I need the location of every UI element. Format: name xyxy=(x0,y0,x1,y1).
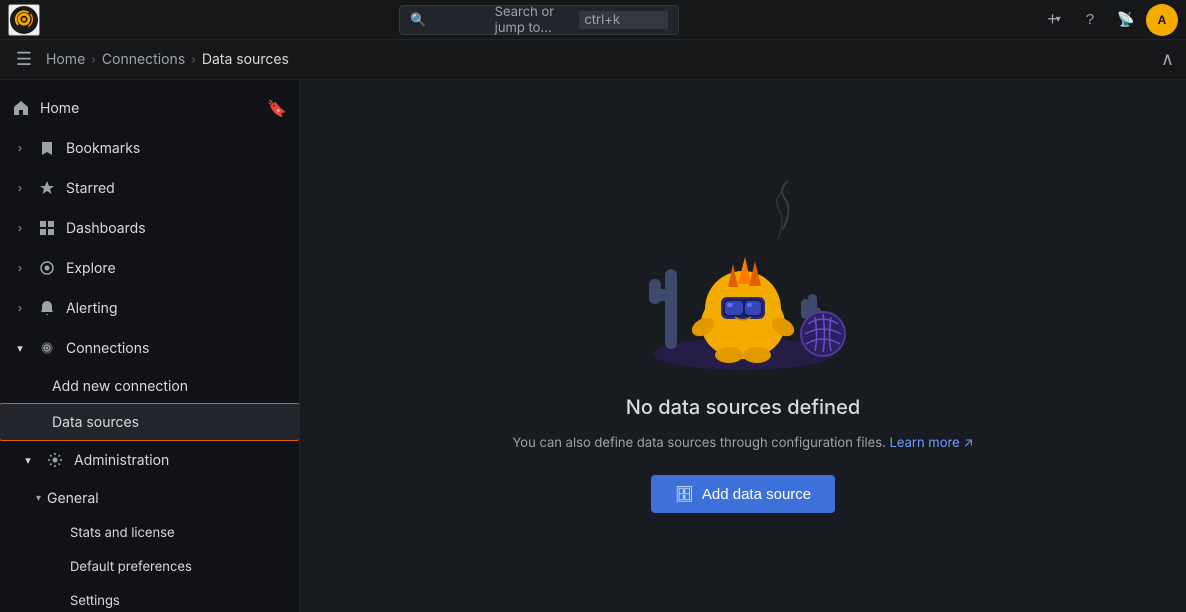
sidebar-alerting-label: Alerting xyxy=(66,300,287,317)
search-placeholder: Search or jump to... xyxy=(495,4,574,36)
sidebar-item-alerting[interactable]: › Alerting xyxy=(0,288,299,328)
help-button[interactable]: ? xyxy=(1074,4,1106,36)
add-new-connection-label: Add new connection xyxy=(52,378,287,395)
home-icon xyxy=(12,99,30,117)
starred-chevron: › xyxy=(12,181,28,195)
empty-state: No data sources defined You can also def… xyxy=(512,179,973,513)
connections-chevron: ▾ xyxy=(12,341,28,355)
grafana-logo-button[interactable] xyxy=(8,4,40,36)
general-chevron: ▾ xyxy=(36,492,41,504)
sidebar-item-bookmarks[interactable]: › Bookmarks xyxy=(0,128,299,168)
administration-chevron: ▾ xyxy=(20,453,36,467)
sidebar-home-label: Home xyxy=(40,100,257,117)
topnav-actions: + ▾ ? 📡 A xyxy=(1038,4,1178,36)
main-layout: Home 🔖 › Bookmarks › Starred › Dashboard xyxy=(0,80,1186,612)
help-icon: ? xyxy=(1086,11,1094,28)
news-icon: 📡 xyxy=(1117,11,1134,28)
empty-state-title: No data sources defined xyxy=(626,395,860,419)
explore-chevron: › xyxy=(12,261,28,275)
breadcrumb-data-sources: Data sources xyxy=(202,51,289,68)
starred-icon xyxy=(38,179,56,197)
empty-state-subtitle: You can also define data sources through… xyxy=(512,435,973,451)
sidebar: Home 🔖 › Bookmarks › Starred › Dashboard xyxy=(0,80,300,612)
plus-button[interactable]: + ▾ xyxy=(1038,4,1070,36)
hamburger-icon: ☰ xyxy=(16,49,32,70)
search-container: 🔍 Search or jump to... ctrl+k xyxy=(48,5,1030,35)
add-data-source-label: Add data source xyxy=(702,486,811,503)
chevron-up-icon: ∧ xyxy=(1161,49,1174,69)
sidebar-item-dashboards[interactable]: › Dashboards xyxy=(0,208,299,248)
data-sources-label: Data sources xyxy=(52,414,287,431)
bookmark-icon: 🔖 xyxy=(267,98,287,118)
main-content: No data sources defined You can also def… xyxy=(300,80,1186,612)
avatar-initials: A xyxy=(1158,13,1167,27)
dashboards-chevron: › xyxy=(12,221,28,235)
sidebar-item-general[interactable]: ▾ General xyxy=(0,480,299,516)
breadcrumb-connections[interactable]: Connections xyxy=(102,51,185,68)
search-shortcut: ctrl+k xyxy=(579,11,668,29)
sidebar-item-starred[interactable]: › Starred xyxy=(0,168,299,208)
sidebar-item-data-sources[interactable]: Data sources xyxy=(0,404,299,440)
breadcrumb-bar: ☰ Home › Connections › Data sources ∧ xyxy=(0,40,1186,80)
sidebar-item-add-new-connection[interactable]: Add new connection xyxy=(0,368,299,404)
general-label: General xyxy=(47,490,99,507)
sidebar-item-home[interactable]: Home 🔖 xyxy=(0,88,299,128)
breadcrumb-collapse-button[interactable]: ∧ xyxy=(1161,49,1174,70)
breadcrumb-sep-2: › xyxy=(191,52,196,67)
add-data-source-button[interactable]: 🗄 Add data source xyxy=(651,475,835,513)
breadcrumb-sep-1: › xyxy=(91,52,96,67)
sidebar-item-default-preferences[interactable]: Default preferences xyxy=(0,550,299,584)
top-navigation: 🔍 Search or jump to... ctrl+k + ▾ ? 📡 A xyxy=(0,0,1186,40)
breadcrumb-home[interactable]: Home xyxy=(46,51,85,68)
news-button[interactable]: 📡 xyxy=(1110,4,1142,36)
dashboards-icon xyxy=(38,219,56,237)
plus-dropdown-icon: ▾ xyxy=(1056,14,1061,25)
sidebar-explore-label: Explore xyxy=(66,260,287,277)
menu-toggle-button[interactable]: ☰ xyxy=(12,49,36,70)
sidebar-starred-label: Starred xyxy=(66,180,287,197)
database-icon: 🗄 xyxy=(675,485,694,503)
connections-icon xyxy=(38,339,56,357)
sidebar-item-stats-and-license[interactable]: Stats and license xyxy=(0,516,299,550)
sidebar-dashboards-label: Dashboards xyxy=(66,220,287,237)
illustration xyxy=(613,179,873,379)
alerting-chevron: › xyxy=(12,301,28,315)
search-icon: 🔍 xyxy=(410,12,489,28)
sidebar-item-connections[interactable]: ▾ Connections xyxy=(0,328,299,368)
sidebar-bookmarks-label: Bookmarks xyxy=(66,140,287,157)
default-preferences-label: Default preferences xyxy=(70,559,192,575)
user-avatar-button[interactable]: A xyxy=(1146,4,1178,36)
stats-and-license-label: Stats and license xyxy=(70,525,175,541)
administration-label: Administration xyxy=(74,452,287,469)
explore-icon xyxy=(38,259,56,277)
settings-label: Settings xyxy=(70,593,120,609)
bookmarks-chevron: › xyxy=(12,141,28,155)
sidebar-item-settings[interactable]: Settings xyxy=(0,584,299,612)
learn-more-link[interactable]: Learn more ↗ xyxy=(890,435,974,451)
search-box[interactable]: 🔍 Search or jump to... ctrl+k xyxy=(399,5,679,35)
bookmarks-icon xyxy=(38,139,56,157)
alerting-icon xyxy=(38,299,56,317)
sidebar-connections-label: Connections xyxy=(66,340,287,357)
sidebar-item-administration[interactable]: ▾ Administration xyxy=(0,440,299,480)
administration-icon xyxy=(46,451,64,469)
sidebar-item-explore[interactable]: › Explore xyxy=(0,248,299,288)
